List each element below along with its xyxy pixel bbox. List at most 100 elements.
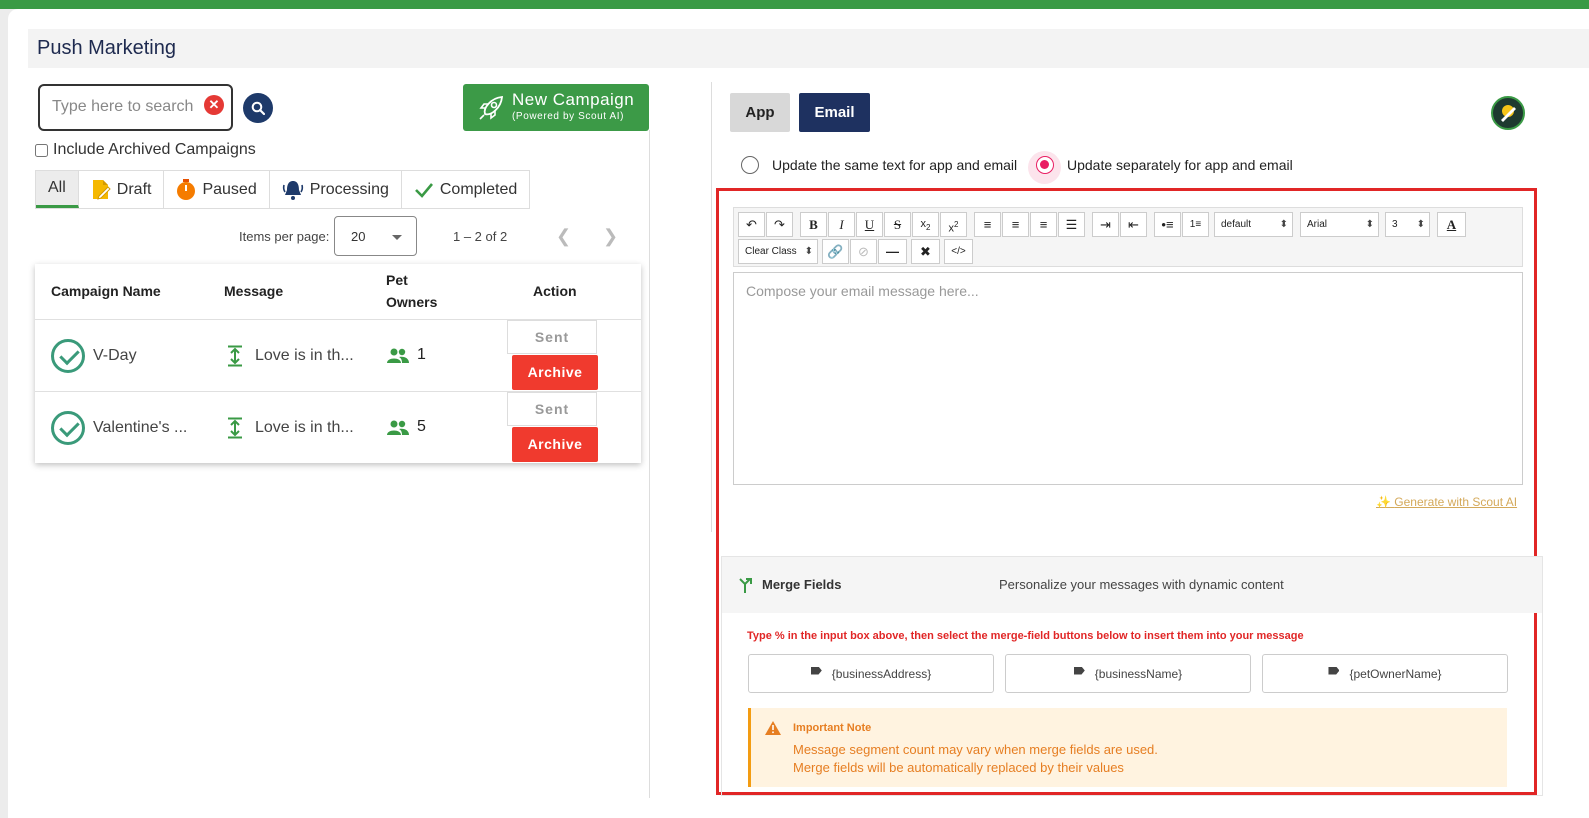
align-right-icon[interactable]: ≡ [1030, 212, 1057, 237]
link-icon[interactable]: 🔗 [822, 239, 849, 264]
filter-tab-draft[interactable]: Draft [79, 171, 165, 208]
archive-button[interactable]: Archive [512, 355, 598, 390]
search-icon [251, 101, 265, 115]
note-line-1: Message segment count may vary when merg… [793, 742, 1158, 757]
items-per-page-value: 20 [351, 229, 366, 244]
outdent-icon[interactable]: ⇤ [1120, 212, 1147, 237]
filter-tab-completed[interactable]: Completed [402, 171, 529, 208]
underline-icon[interactable]: U [856, 212, 883, 237]
filter-tab-paused[interactable]: Paused [164, 171, 270, 208]
undo-icon[interactable]: ↶ [738, 212, 765, 237]
tab-app[interactable]: App [730, 93, 790, 132]
include-archived-toggle[interactable]: Include Archived Campaigns [34, 141, 256, 159]
campaign-name[interactable]: Valentine's ... [93, 419, 187, 437]
editor-panel-border [711, 82, 712, 532]
campaign-table: Campaign Name Message Pet Owners Action … [35, 264, 641, 463]
completed-status-icon [51, 339, 85, 373]
horizontal-rule-icon[interactable]: — [878, 239, 907, 264]
bold-icon[interactable]: B [800, 212, 827, 237]
new-campaign-sublabel: (Powered by Scout AI) [512, 111, 625, 122]
include-archived-checkbox[interactable] [35, 143, 48, 157]
search-button[interactable] [243, 93, 273, 123]
text-color-icon[interactable]: A [1437, 212, 1466, 237]
align-left-icon[interactable]: ≡ [974, 212, 1001, 237]
column-header-pet-owners[interactable]: Pet [386, 272, 408, 288]
subscript-icon[interactable]: x2 [912, 212, 939, 237]
timer-icon [177, 178, 196, 200]
column-header-message[interactable]: Message [224, 283, 283, 299]
items-per-page-label: Items per page: [239, 229, 330, 244]
next-page-icon[interactable]: ❯ [603, 226, 618, 247]
previous-page-icon[interactable]: ❮ [556, 226, 571, 247]
superscript-icon[interactable]: x2 [940, 212, 967, 237]
radio-update-same[interactable]: Update the same text for app and email [741, 156, 1017, 174]
align-center-icon[interactable]: ≡ [1002, 212, 1029, 237]
tag-icon [810, 666, 822, 675]
new-campaign-label: New Campaign [512, 90, 635, 109]
bullet-list-icon[interactable]: •≡ [1154, 212, 1181, 237]
filter-tab-label: All [48, 179, 66, 196]
filter-tab-all[interactable]: All [36, 171, 79, 208]
format-select[interactable]: default [1214, 212, 1293, 237]
radio-button[interactable] [741, 156, 759, 174]
merge-fields-header[interactable]: Merge Fields Personalize your messages w… [722, 557, 1542, 613]
numbered-list-icon[interactable]: 1≡ [1182, 212, 1209, 237]
font-size-select[interactable]: 3 [1385, 212, 1430, 237]
redo-icon[interactable]: ↷ [766, 212, 793, 237]
clear-class-select[interactable]: Clear Class [738, 239, 818, 264]
remove-format-icon[interactable]: ✖ [911, 239, 940, 264]
pet-owner-count: 1 [417, 346, 426, 363]
editor-toolbar: ↶ ↷ B I U S x2 x2 ≡ ≡ ≡ ☰ ⇥ ⇤ •≡ 1≡ defa… [733, 207, 1523, 267]
search-box: ✕ [38, 84, 233, 131]
merge-field-business-address[interactable]: {businessAddress} [748, 654, 994, 693]
filter-tab-label: Processing [309, 180, 389, 198]
merge-field-business-name[interactable]: {businessName} [1005, 654, 1251, 693]
page-title: Push Marketing [37, 37, 176, 59]
italic-icon[interactable]: I [828, 212, 855, 237]
code-view-icon[interactable]: </> [944, 239, 973, 264]
font-select[interactable]: Arial [1300, 212, 1379, 237]
unlink-icon[interactable]: ⊘ [850, 239, 877, 264]
merge-icon [739, 578, 752, 593]
sent-status-button[interactable]: Sent [507, 320, 597, 354]
filter-tab-label: Paused [202, 180, 257, 198]
filter-tab-label: Draft [116, 180, 152, 198]
new-campaign-button[interactable]: New Campaign (Powered by Scout AI) [463, 84, 649, 131]
check-icon [414, 182, 433, 198]
merge-fields-hint: Type % in the input box above, then sele… [747, 630, 1304, 642]
bell-icon [282, 180, 303, 200]
align-justify-icon[interactable]: ☰ [1058, 212, 1085, 237]
radio-update-separately[interactable]: Update separately for app and email [1036, 156, 1293, 174]
archive-button[interactable]: Archive [512, 427, 598, 462]
campaign-message[interactable]: Love is in th... [255, 347, 354, 365]
strikethrough-icon[interactable]: S [884, 212, 911, 237]
merge-fields-description: Personalize your messages with dynamic c… [999, 577, 1284, 592]
indent-icon[interactable]: ⇥ [1092, 212, 1119, 237]
merge-fields-title: Merge Fields [762, 577, 842, 592]
campaign-name[interactable]: V-Day [93, 347, 137, 365]
people-icon [387, 420, 409, 435]
important-note: Important Note Message segment count may… [748, 708, 1507, 787]
table-row: Valentine's ... Love is in th... 5 Sent … [35, 391, 641, 463]
campaign-message[interactable]: Love is in th... [255, 419, 354, 437]
note-title: Important Note [793, 722, 872, 734]
tab-email[interactable]: Email [799, 93, 870, 132]
expand-vertical-icon [228, 345, 242, 367]
sent-status-button[interactable]: Sent [507, 392, 597, 426]
panel-divider [649, 130, 650, 798]
column-header-campaign-name[interactable]: Campaign Name [51, 283, 161, 299]
radio-button-selected[interactable] [1036, 156, 1054, 174]
email-message-editor[interactable]: Compose your email message here... [733, 272, 1523, 485]
tag-icon [1328, 666, 1340, 675]
merge-field-pet-owner-name[interactable]: {petOwnerName} [1262, 654, 1508, 693]
filter-tab-processing[interactable]: Processing [270, 171, 402, 208]
items-per-page-select[interactable]: 20 [334, 216, 417, 256]
scout-ai-avatar[interactable] [1491, 96, 1525, 130]
table-row: V-Day Love is in th... 1 Sent Archive [35, 319, 641, 391]
clear-search-icon[interactable]: ✕ [204, 95, 224, 115]
top-accent-bar [0, 0, 1589, 9]
dropdown-caret-icon [392, 235, 402, 240]
note-line-2: Merge fields will be automatically repla… [793, 760, 1124, 775]
search-input[interactable] [50, 96, 200, 118]
generate-with-scout-ai-link[interactable]: ✨ Generate with Scout AI [1376, 495, 1517, 509]
